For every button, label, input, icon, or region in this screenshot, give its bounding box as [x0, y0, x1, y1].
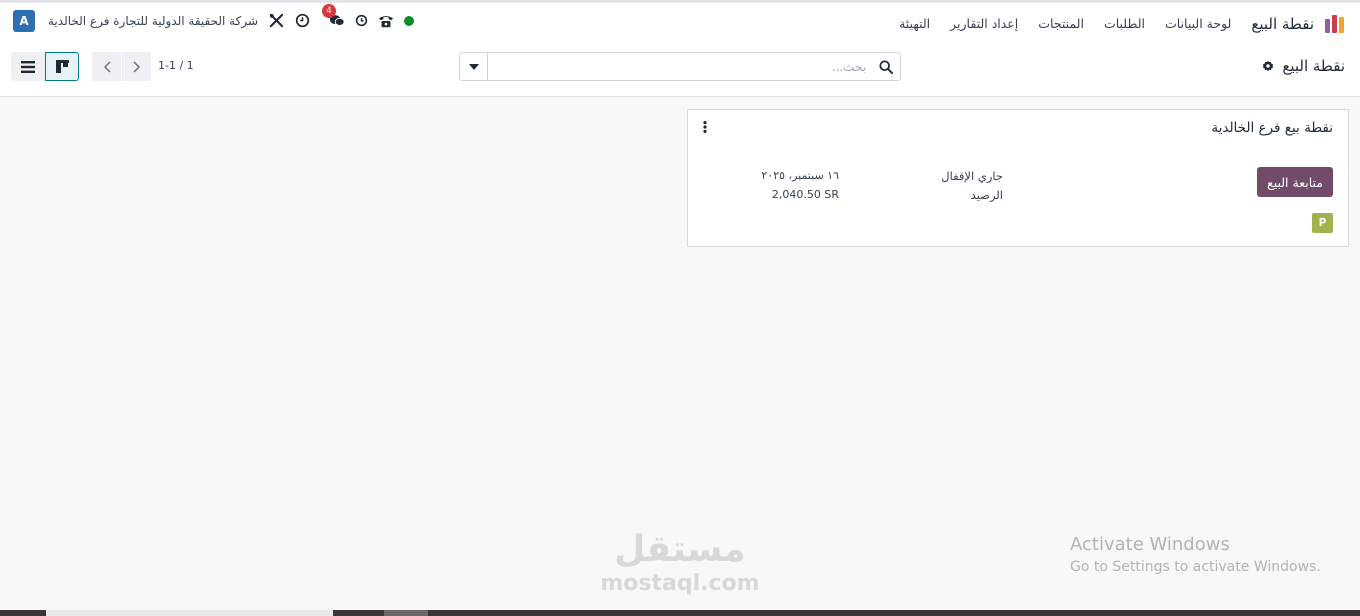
- user-badge: P: [1312, 213, 1333, 233]
- menu-item-products[interactable]: المنتجات: [1038, 16, 1084, 31]
- main-menu: لوحة البيانات الطلبات المنتجات إعداد الت…: [899, 16, 1231, 31]
- activation-title: Activate Windows: [1070, 534, 1230, 555]
- activity-icon[interactable]: [353, 13, 369, 29]
- breadcrumb: نقطة البيع: [1262, 57, 1345, 75]
- mostaql-watermark-arabic: مستقل: [614, 529, 746, 570]
- windows-activation-watermark: Activate Windows Go to Settings to activ…: [1070, 534, 1321, 575]
- pager-previous-button[interactable]: [92, 52, 121, 81]
- presence-status-dot: [404, 15, 414, 26]
- app-brand[interactable]: نقطة البيع: [1251, 14, 1344, 33]
- continue-selling-button[interactable]: متابعة البيع: [1257, 167, 1333, 197]
- mostaql-watermark: مستقل mostaql.com: [599, 528, 761, 596]
- balance-value: 2,040.50 SR: [771, 188, 839, 201]
- session-date-value: ١٦ سبتمبر، ٢٠٢٥: [761, 169, 839, 182]
- user-avatar[interactable]: A: [13, 9, 35, 32]
- menu-item-configuration[interactable]: التهيئة: [899, 16, 930, 31]
- taskbar-app-button[interactable]: [384, 610, 428, 616]
- search-options-toggle[interactable]: [460, 53, 488, 80]
- app-logo-icon: [1322, 14, 1344, 33]
- list-icon: [21, 60, 35, 73]
- chevron-right-icon: [132, 60, 140, 73]
- balance-label: الرصيد: [970, 188, 1003, 202]
- menu-item-dashboard[interactable]: لوحة البيانات: [1165, 16, 1231, 31]
- gear-icon[interactable]: [1262, 60, 1274, 72]
- page-title: نقطة البيع: [1282, 57, 1345, 75]
- menu-item-orders[interactable]: الطلبات: [1104, 16, 1145, 31]
- clock-icon[interactable]: [294, 13, 310, 29]
- kanban-view-button[interactable]: [45, 52, 79, 81]
- pager-next-button[interactable]: [122, 52, 151, 81]
- vertical-dots-icon: [703, 121, 707, 133]
- mostaql-watermark-url: mostaql.com: [600, 571, 760, 596]
- pos-card-title: نقطة بيع فرع الخالدية: [1211, 120, 1333, 136]
- pager-buttons: [92, 52, 151, 81]
- app-title: نقطة البيع: [1251, 14, 1314, 33]
- taskbar-search-box[interactable]: [46, 610, 333, 616]
- closing-status-label: جاري الإقفال: [941, 169, 1003, 183]
- card-dropdown-toggle[interactable]: [699, 120, 711, 134]
- view-switcher: [11, 52, 79, 81]
- chevron-left-icon: [103, 60, 111, 73]
- phone-icon[interactable]: [378, 13, 394, 29]
- company-switcher[interactable]: شركة الحقيقة الدولية للتجارة فرع الخالدي…: [48, 14, 258, 28]
- list-view-button[interactable]: [11, 52, 45, 81]
- tools-icon[interactable]: [268, 13, 284, 29]
- pager-value[interactable]: 1-1 / 1: [158, 59, 194, 72]
- messages-icon[interactable]: 4: [322, 3, 345, 29]
- search-icon[interactable]: [872, 53, 900, 80]
- kanban-icon: [55, 60, 69, 73]
- pos-config-card: نقطة بيع فرع الخالدية متابعة البيع جاري …: [687, 109, 1349, 247]
- systray: A شركة الحقيقة الدولية للتجارة فرع الخال…: [0, 0, 414, 41]
- messages-count-badge: 4: [322, 3, 336, 18]
- search-bar: [459, 52, 901, 81]
- control-panel: نقطة البيع 1-1 / 1: [0, 44, 1360, 97]
- os-taskbar: [0, 610, 1360, 616]
- caret-down-icon: [468, 63, 479, 70]
- menu-item-reporting[interactable]: إعداد التقارير: [950, 16, 1018, 31]
- activation-subtitle: Go to Settings to activate Windows.: [1070, 559, 1321, 575]
- search-input[interactable]: [488, 53, 872, 80]
